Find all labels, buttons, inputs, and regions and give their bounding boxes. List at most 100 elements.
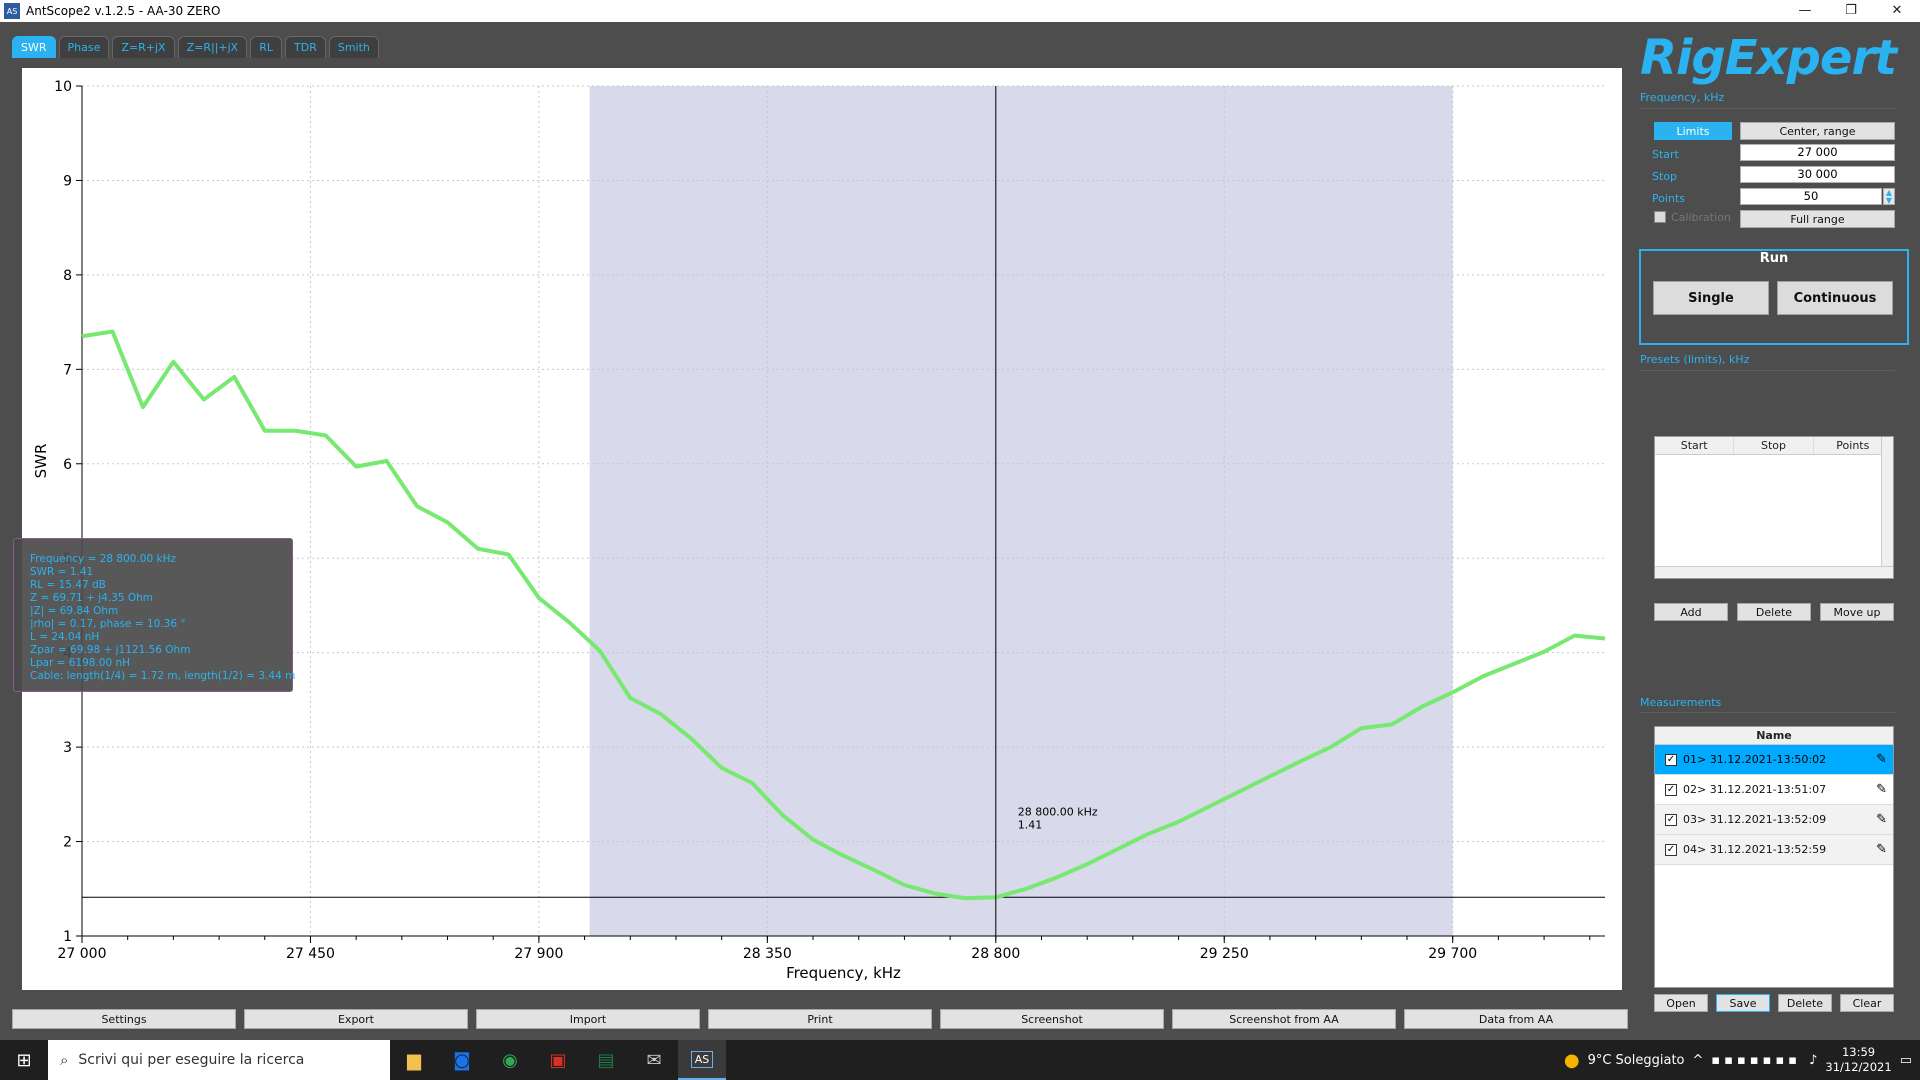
marker-swr-label: 1.41 bbox=[1018, 818, 1043, 831]
y-axis-label: SWR bbox=[32, 444, 50, 479]
measurement-row[interactable]: ✓ 03> 31.12.2021-13:52:09 ✎ bbox=[1655, 805, 1893, 835]
tab-swr[interactable]: SWR bbox=[12, 36, 56, 58]
x-tick-label: 28 800 bbox=[971, 946, 1020, 962]
measurement-tooltip: Frequency = 28 800.00 kHz SWR = 1.41 RL … bbox=[13, 538, 295, 692]
tooltip-line: Frequency = 28 800.00 kHz bbox=[30, 553, 176, 565]
notification-icon[interactable]: ▭ bbox=[1900, 1053, 1912, 1068]
settings-button[interactable]: Settings bbox=[12, 1009, 236, 1029]
stop-frequency-input[interactable]: 30 000 bbox=[1740, 166, 1895, 183]
tab-z-parallel[interactable]: Z=R||+jX bbox=[177, 36, 248, 58]
edit-pencil-icon[interactable]: ✎ bbox=[1876, 752, 1887, 767]
x-tick-label: 29 250 bbox=[1200, 946, 1249, 962]
preset-col-start: Start bbox=[1655, 437, 1735, 454]
center-range-button[interactable]: Center, range bbox=[1740, 122, 1895, 140]
presets-hscrollbar[interactable] bbox=[1655, 566, 1893, 578]
tray-apps-icon[interactable]: ▪▪▪▪▪▪▪ bbox=[1711, 1053, 1801, 1068]
swr-chart[interactable]: 27 000 27 450 27 900 28 350 28 800 29 250 29 7… bbox=[22, 68, 1622, 990]
delete-preset-button[interactable]: Delete bbox=[1737, 603, 1811, 621]
start-frequency-input[interactable]: 27 000 bbox=[1740, 144, 1895, 161]
y-tick-label: 8 bbox=[63, 268, 72, 284]
calibration-label: Calibration bbox=[1671, 211, 1731, 224]
points-spinbox[interactable]: 50 bbox=[1740, 188, 1882, 205]
taskbar-search[interactable]: ⌕ Scrivi qui per eseguire la ricerca bbox=[48, 1040, 390, 1080]
app-icon: AS bbox=[4, 3, 20, 19]
single-run-button[interactable]: Single bbox=[1653, 281, 1769, 315]
presets-scrollbar[interactable] bbox=[1881, 437, 1893, 578]
minimize-button[interactable]: — bbox=[1782, 0, 1828, 22]
run-title: Run bbox=[1759, 251, 1789, 266]
sun-weather-icon: ● bbox=[1563, 1049, 1580, 1071]
tab-smith[interactable]: Smith bbox=[328, 36, 379, 58]
add-preset-button[interactable]: Add bbox=[1654, 603, 1728, 621]
edit-pencil-icon[interactable]: ✎ bbox=[1876, 842, 1887, 857]
clear-button[interactable]: Clear bbox=[1840, 994, 1894, 1012]
chrome-icon[interactable]: ◉ bbox=[486, 1040, 534, 1080]
move-up-preset-button[interactable]: Move up bbox=[1820, 603, 1894, 621]
antscope-taskbar-label: AS bbox=[690, 1050, 714, 1068]
points-spinner-arrows-icon[interactable]: ▲ ▼ bbox=[1883, 188, 1895, 205]
search-icon: ⌕ bbox=[60, 1051, 69, 1069]
delete-measurement-button[interactable]: Delete bbox=[1778, 994, 1832, 1012]
data-from-aa-button[interactable]: Data from AA bbox=[1404, 1009, 1628, 1029]
measurement-row[interactable]: ✓ 02> 31.12.2021-13:51:07 ✎ bbox=[1655, 775, 1893, 805]
run-group: Run Single Continuous bbox=[1639, 249, 1909, 345]
taskbar-clock[interactable]: 13:59 31/12/2021 bbox=[1825, 1045, 1891, 1075]
start-label: Start bbox=[1652, 148, 1679, 161]
tab-z-series[interactable]: Z=R+jX bbox=[112, 36, 175, 58]
tab-rl[interactable]: RL bbox=[250, 36, 282, 58]
search-placeholder: Scrivi qui per eseguire la ricerca bbox=[78, 1052, 305, 1068]
maximize-button[interactable]: ❐ bbox=[1828, 0, 1874, 22]
excel-icon[interactable]: ▤ bbox=[582, 1040, 630, 1080]
stop-label: Stop bbox=[1652, 170, 1678, 183]
import-button[interactable]: Import bbox=[476, 1009, 700, 1029]
pdf-app-icon[interactable]: ▣ bbox=[534, 1040, 582, 1080]
measurement-row[interactable]: ✓ 04> 31.12.2021-13:52:59 ✎ bbox=[1655, 835, 1893, 865]
marker-frequency-label: 28 800.00 kHz bbox=[1018, 805, 1098, 818]
x-tick-label: 27 000 bbox=[58, 946, 107, 962]
presets-table[interactable]: Start Stop Points bbox=[1654, 436, 1894, 579]
tooltip-line: Z = 69.71 + j4.35 Ohm bbox=[30, 592, 153, 604]
tab-phase[interactable]: Phase bbox=[58, 36, 110, 58]
swr-chart-svg[interactable]: 27 000 27 450 27 900 28 350 28 800 29 250 29 7… bbox=[22, 68, 1622, 990]
tooltip-line: |Z| = 69.84 Ohm bbox=[30, 605, 119, 617]
edit-pencil-icon[interactable]: ✎ bbox=[1876, 782, 1887, 797]
tab-tdr[interactable]: TDR bbox=[285, 36, 326, 58]
mail-app-icon[interactable]: ✉ bbox=[630, 1040, 678, 1080]
measurement-name: 03> 31.12.2021-13:52:09 bbox=[1683, 813, 1827, 826]
print-button[interactable]: Print bbox=[708, 1009, 932, 1029]
calibration-checkbox[interactable] bbox=[1654, 211, 1666, 223]
y-tick-label: 10 bbox=[54, 79, 72, 95]
measurement-row[interactable]: ✓ 01> 31.12.2021-13:50:02 ✎ bbox=[1655, 745, 1893, 775]
measurement-checkbox[interactable]: ✓ bbox=[1665, 783, 1677, 796]
windows-start-icon[interactable]: ⊞ bbox=[0, 1040, 48, 1080]
full-range-button[interactable]: Full range bbox=[1740, 210, 1895, 228]
volume-icon[interactable]: ♪ bbox=[1809, 1053, 1817, 1068]
measurement-checkbox[interactable]: ✓ bbox=[1665, 813, 1677, 826]
frequency-section-label: Frequency, kHz bbox=[1640, 91, 1725, 104]
open-button[interactable]: Open bbox=[1654, 994, 1708, 1012]
y-tick-label: 1 bbox=[63, 929, 72, 945]
screenshot-from-aa-button[interactable]: Screenshot from AA bbox=[1172, 1009, 1396, 1029]
tooltip-line: L = 24.04 nH bbox=[30, 631, 100, 643]
export-button[interactable]: Export bbox=[244, 1009, 468, 1029]
limits-button[interactable]: Limits bbox=[1654, 122, 1732, 140]
y-tick-label: 6 bbox=[63, 457, 72, 473]
measurements-table[interactable]: Name ✓ 01> 31.12.2021-13:50:02 ✎ ✓ 02> 3… bbox=[1654, 726, 1894, 988]
tooltip-line: SWR = 1.41 bbox=[30, 566, 94, 578]
measurement-checkbox[interactable]: ✓ bbox=[1665, 843, 1677, 856]
tooltip-line: Lpar = 6198.00 nH bbox=[30, 657, 131, 669]
continuous-run-button[interactable]: Continuous bbox=[1777, 281, 1893, 315]
weather-text[interactable]: 9°C Soleggiato bbox=[1588, 1053, 1685, 1068]
measurement-name: 01> 31.12.2021-13:50:02 bbox=[1683, 753, 1827, 766]
file-explorer-icon[interactable]: ▆ bbox=[390, 1040, 438, 1080]
bottom-toolbar: Settings Export Import Print Screenshot … bbox=[12, 1009, 1632, 1029]
measurement-checkbox[interactable]: ✓ bbox=[1665, 753, 1677, 766]
save-button[interactable]: Save bbox=[1716, 994, 1770, 1012]
close-button[interactable]: ✕ bbox=[1874, 0, 1920, 22]
antscope-taskbar-icon[interactable]: AS bbox=[678, 1040, 726, 1080]
edit-pencil-icon[interactable]: ✎ bbox=[1876, 812, 1887, 827]
presets-section-label: Presets (limits), kHz bbox=[1640, 353, 1750, 366]
tray-chevron-icon[interactable]: ^ bbox=[1693, 1053, 1704, 1068]
screenshot-button[interactable]: Screenshot bbox=[940, 1009, 1164, 1029]
outlook-icon[interactable]: ◙ bbox=[438, 1040, 486, 1080]
